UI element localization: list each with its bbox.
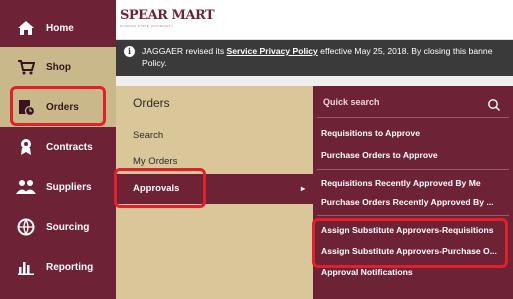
- flyout-title: Orders: [133, 96, 170, 110]
- sidebar-item-label: Orders: [46, 101, 79, 113]
- search-icon[interactable]: [487, 98, 501, 112]
- quick-search-box: [317, 92, 509, 118]
- banner-text-after: effective May 25, 2018. By closing this …: [317, 46, 493, 56]
- sidebar-item-sourcing[interactable]: Sourcing: [0, 207, 116, 247]
- content-background: [116, 76, 513, 86]
- sidebar-item-label: Sourcing: [46, 221, 90, 233]
- home-icon: [16, 18, 36, 38]
- submenu-item-purchase-orders-to-approve[interactable]: Purchase Orders to Approve: [321, 150, 438, 160]
- sidebar-item-home[interactable]: Home: [0, 8, 116, 48]
- sidebar-item-label: Suppliers: [46, 181, 92, 193]
- logo[interactable]: SPEAR MART FLORIDA STATE UNIVERSITY: [120, 8, 215, 28]
- sourcing-icon: [16, 217, 36, 237]
- orders-flyout: Orders Search My Orders Approvals ▸: [116, 86, 313, 299]
- sidebar-item-orders[interactable]: Orders: [0, 87, 116, 127]
- sidebar-item-contracts[interactable]: Contracts: [0, 127, 116, 167]
- sidebar-item-label: Contracts: [46, 141, 93, 153]
- flyout-item-label: Approvals: [133, 183, 180, 194]
- submenu-item-requisitions-to-approve[interactable]: Requisitions to Approve: [321, 128, 420, 138]
- approvals-submenu: Requisitions to Approve Purchase Orders …: [313, 86, 513, 299]
- logo-text: SPEAR MART: [120, 8, 215, 23]
- reporting-icon: [16, 257, 36, 277]
- flyout-item-approvals[interactable]: Approvals ▸: [116, 174, 313, 204]
- suppliers-icon: [16, 177, 36, 197]
- sidebar-item-label: Reporting: [46, 261, 94, 273]
- orders-icon: [16, 97, 36, 117]
- top-bar: SPEAR MART FLORIDA STATE UNIVERSITY: [116, 0, 513, 40]
- submenu-item-approval-notifications[interactable]: Approval Notifications: [321, 267, 413, 277]
- sidebar-item-shop[interactable]: Shop: [0, 47, 116, 87]
- sidebar-item-suppliers[interactable]: Suppliers: [0, 167, 116, 207]
- submenu-item-assign-substitute-purchase-orders[interactable]: Assign Substitute Approvers-Purchase O..…: [321, 246, 497, 256]
- flyout-item-search[interactable]: Search: [133, 130, 163, 141]
- submenu-item-requisitions-recently-approved[interactable]: Requisitions Recently Approved By Me: [321, 178, 481, 188]
- sidebar-item-reporting[interactable]: Reporting: [0, 247, 116, 287]
- sidebar: Home Shop Orders Contracts Suppliers Sou…: [0, 0, 116, 299]
- logo-subtext: FLORIDA STATE UNIVERSITY: [120, 24, 174, 28]
- chevron-right-icon: ▸: [300, 184, 305, 193]
- privacy-policy-link[interactable]: Service Privacy Policy: [227, 46, 318, 56]
- quick-search-input[interactable]: [323, 97, 473, 107]
- divider: [317, 215, 509, 216]
- sidebar-item-label: Home: [46, 22, 74, 34]
- submenu-item-assign-substitute-requisitions[interactable]: Assign Substitute Approvers-Requisitions: [321, 225, 494, 235]
- divider: [317, 169, 509, 170]
- submenu-item-purchase-orders-recently-approved[interactable]: Purchase Orders Recently Approved By ...: [321, 197, 494, 207]
- contracts-icon: [16, 137, 36, 157]
- sidebar-item-label: Shop: [46, 61, 71, 73]
- flyout-item-my-orders[interactable]: My Orders: [133, 156, 177, 167]
- info-icon: i: [124, 46, 135, 57]
- banner-text-line2: Policy.: [142, 58, 167, 68]
- banner-text-before: JAGGAER revised its: [142, 46, 227, 56]
- cart-icon: [16, 57, 36, 77]
- privacy-banner: i JAGGAER revised its Service Privacy Po…: [116, 40, 513, 76]
